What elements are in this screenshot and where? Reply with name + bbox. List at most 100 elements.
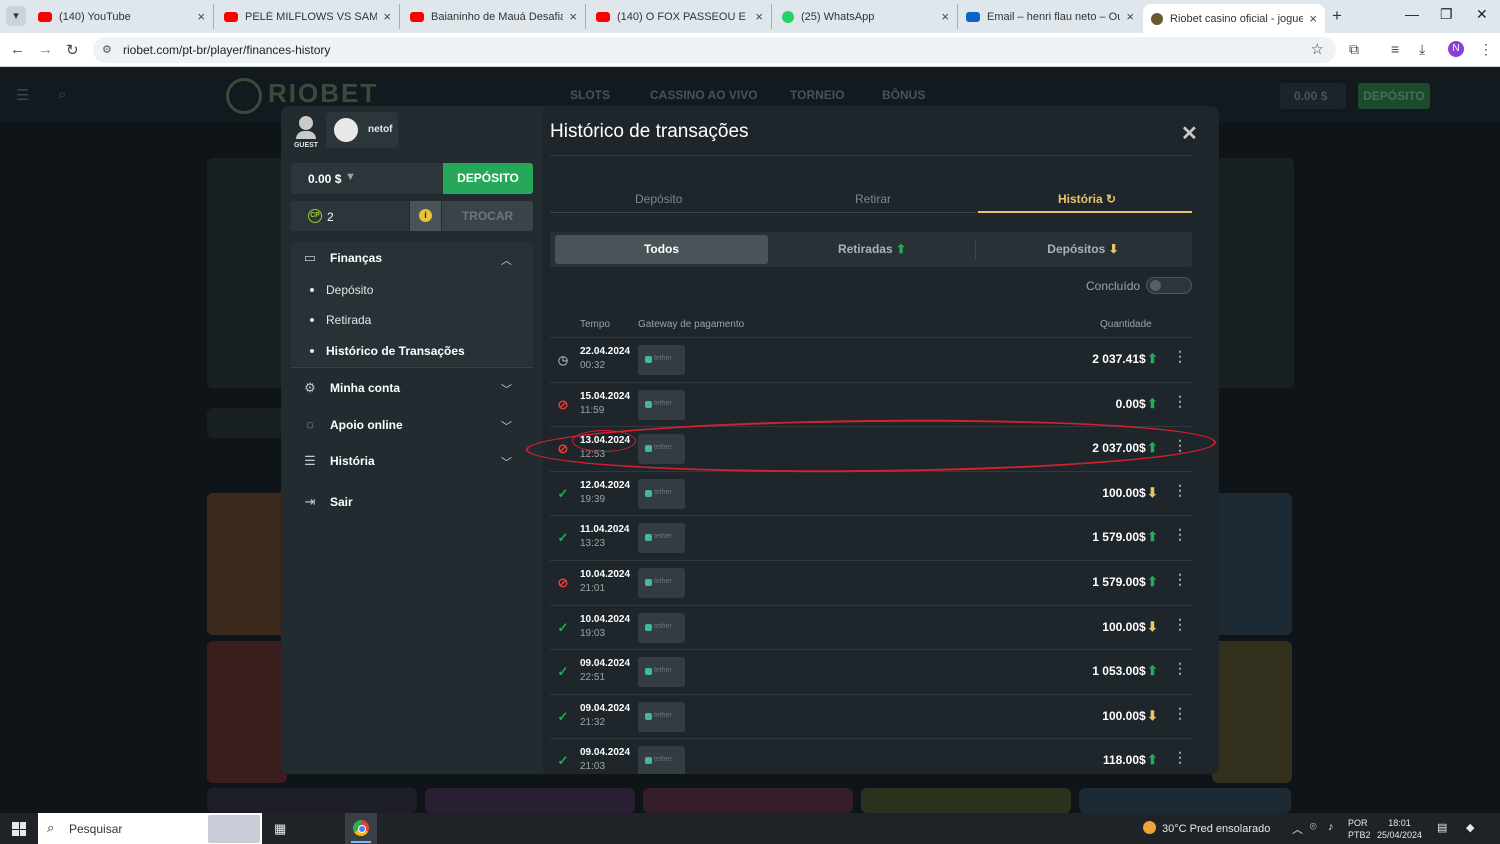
close-tab-icon[interactable]: × — [569, 9, 577, 24]
windows-start-icon[interactable] — [12, 822, 26, 836]
balance-selector[interactable]: 0.00 $ ▼ — [291, 163, 443, 194]
media-control-icon[interactable]: ≡ — [1391, 41, 1399, 57]
menu-my-account[interactable]: ⚙ Minha conta — [301, 378, 400, 398]
filter-withdrawals[interactable]: Retiradas ⬆ — [772, 235, 972, 264]
clock[interactable]: 18:01 25/04/2024 — [1377, 817, 1422, 841]
more-options-icon[interactable]: ⋮ — [1173, 749, 1187, 766]
close-tab-icon[interactable]: × — [197, 9, 205, 24]
tray-chevron-icon[interactable]: ︿ — [1292, 821, 1303, 837]
download-icon[interactable]: ⤓ — [1419, 41, 1425, 58]
notifications-icon[interactable]: ▤ — [1437, 821, 1447, 834]
site-info-icon[interactable]: ⚙ — [102, 43, 116, 57]
close-tab-icon[interactable]: × — [755, 9, 763, 24]
tether-icon — [645, 623, 652, 631]
browser-tab[interactable]: (140) YouTube × — [30, 4, 214, 29]
browser-menu-icon[interactable]: ⋮ — [1479, 41, 1493, 58]
browser-tab[interactable]: PELÉ MILFLOWS VS SAMURAI | × — [216, 4, 400, 29]
menu-item-deposit[interactable]: Depósito — [309, 283, 373, 297]
chrome-taskbar-button[interactable] — [345, 813, 377, 844]
filter-all[interactable]: Todos — [555, 235, 768, 264]
close-window-icon[interactable]: ✕ — [1476, 6, 1488, 23]
table-row[interactable]: ⊘ 15.04.2024 11:59 tether 0.00 $ ⬆ ⋮ — [550, 381, 1192, 427]
table-row[interactable]: ✓ 11.04.2024 13:23 tether 1 579.00 $ ⬆ ⋮ — [550, 515, 1192, 560]
reload-icon[interactable]: ↻ — [66, 41, 79, 59]
table-row[interactable]: ✓ 09.04.2024 21:32 tether 100.00 $ ⬇ ⋮ — [550, 693, 1192, 739]
filter-deposits[interactable]: Depósitos ⬇ — [978, 235, 1188, 264]
language-indicator[interactable]: POR PTB2 — [1348, 817, 1371, 841]
menu-history[interactable]: ☰ História — [301, 451, 375, 471]
more-options-icon[interactable]: ⋮ — [1173, 437, 1187, 454]
task-view-icon[interactable]: ▦ — [274, 821, 286, 837]
table-row[interactable]: ✓ 09.04.2024 21:03 tether 118.00 $ ⬆ ⋮ — [550, 738, 1192, 774]
more-options-icon[interactable]: ⋮ — [1173, 571, 1187, 588]
more-options-icon[interactable]: ⋮ — [1173, 616, 1187, 633]
more-options-icon[interactable]: ⋮ — [1173, 660, 1187, 677]
more-options-icon[interactable]: ⋮ — [1173, 526, 1187, 543]
chevron-down-icon[interactable]: ﹀ — [501, 381, 512, 397]
gateway-label: tether — [654, 622, 672, 630]
nav-slots[interactable]: SLOTS — [570, 88, 610, 102]
menu-item-transaction-history[interactable]: Histórico de Transações — [310, 344, 465, 358]
network-icon[interactable]: ⌾ — [1310, 821, 1317, 834]
copilot-icon[interactable]: ◆ — [1466, 821, 1474, 834]
tab-deposit[interactable]: Depósito — [635, 192, 682, 206]
exchange-button[interactable]: TROCAR — [442, 201, 533, 231]
close-tab-icon[interactable]: × — [1309, 11, 1317, 26]
back-icon[interactable]: ← — [10, 41, 25, 58]
close-tab-icon[interactable]: × — [1126, 9, 1134, 24]
table-row[interactable]: ✓ 12.04.2024 19:39 tether 100.00 $ ⬇ ⋮ — [550, 470, 1192, 516]
search-icon[interactable]: ⌕ — [58, 86, 66, 103]
browser-tab[interactable]: Email – henri flau neto – Outlo × — [958, 4, 1142, 29]
header-balance[interactable]: 0.00 $ — [1280, 83, 1346, 109]
table-row[interactable]: ✓ 10.04.2024 19:03 tether 100.00 $ ⬇ ⋮ — [550, 604, 1192, 650]
volume-icon[interactable]: ♪ — [1328, 821, 1334, 833]
menu-item-withdraw[interactable]: Retirada — [309, 313, 371, 327]
tab-search-icon[interactable]: ▾ — [6, 6, 26, 26]
more-options-icon[interactable]: ⋮ — [1173, 482, 1187, 499]
more-options-icon[interactable]: ⋮ — [1173, 705, 1187, 722]
new-tab-icon[interactable]: + — [1332, 6, 1342, 26]
table-row[interactable]: ◷ 22.04.2024 00:32 tether 2 037.41 $ ⬆ ⋮ — [550, 337, 1192, 382]
site-logo[interactable]: RIOBET — [268, 78, 378, 109]
table-row[interactable]: ✓ 09.04.2024 22:51 tether 1 053.00 $ ⬆ ⋮ — [550, 649, 1192, 694]
nav-bonus[interactable]: BÔNUS — [882, 88, 925, 102]
close-tab-icon[interactable]: × — [383, 9, 391, 24]
restore-icon[interactable]: ❐ — [1440, 6, 1453, 23]
tab-history[interactable]: História ↻ — [1058, 192, 1116, 206]
browser-tab[interactable]: (25) WhatsApp × — [774, 4, 958, 29]
chevron-down-icon[interactable]: ﹀ — [501, 454, 512, 470]
close-icon[interactable]: ✕ — [1181, 121, 1198, 146]
browser-tab-active[interactable]: Riobet casino oficial - jogue cas × — [1143, 4, 1325, 33]
bookmark-star-icon[interactable]: ☆ — [1311, 40, 1324, 58]
completed-toggle[interactable] — [1146, 277, 1192, 294]
tab-withdraw[interactable]: Retirar — [855, 192, 891, 206]
menu-finances[interactable]: ▭ Finanças — [301, 248, 382, 268]
weather-widget[interactable]: 30°C Pred ensolarado — [1143, 821, 1270, 835]
deposit-button[interactable]: DEPÓSITO — [443, 163, 533, 194]
close-tab-icon[interactable]: × — [941, 9, 949, 24]
table-row[interactable]: ⊘ 13.04.2024 12:53 tether 2 037.00 $ ⬆ ⋮ — [550, 426, 1192, 471]
minimize-icon[interactable]: — — [1405, 6, 1419, 22]
refresh-icon[interactable]: ↻ — [1106, 192, 1116, 206]
chevron-down-icon[interactable]: ﹀ — [501, 418, 512, 434]
nav-live-casino[interactable]: CASSINO AO VIVO — [650, 88, 758, 102]
header-deposit-button[interactable]: DEPÓSITO — [1358, 83, 1430, 109]
extensions-icon[interactable]: ⧉ — [1349, 41, 1359, 58]
browser-tab[interactable]: (140) O FOX PASSEOU E CARRE × — [588, 4, 772, 29]
menu-online-support[interactable]: ◌ Apoio online — [301, 415, 403, 435]
nav-tournament[interactable]: TORNEIO — [790, 88, 844, 102]
more-options-icon[interactable]: ⋮ — [1173, 393, 1187, 410]
profile-avatar[interactable]: N — [1448, 41, 1464, 57]
more-options-icon[interactable]: ⋮ — [1173, 348, 1187, 365]
chevron-up-icon[interactable]: ︿ — [501, 252, 512, 268]
hamburger-menu-icon[interactable]: ☰ — [16, 86, 29, 104]
whatsapp-icon — [782, 10, 794, 23]
address-bar[interactable]: ⚙ riobet.com/pt-br/player/finances-histo… — [93, 37, 1336, 63]
table-row[interactable]: ⊘ 10.04.2024 21:01 tether 1 579.00 $ ⬆ ⋮ — [550, 559, 1192, 605]
menu-logout[interactable]: ⇥ Sair — [301, 492, 353, 512]
taskbar-search[interactable]: ⌕ Pesquisar — [38, 813, 262, 844]
info-button[interactable]: i — [410, 201, 441, 231]
user-chip[interactable]: netof — [326, 112, 398, 148]
browser-tab[interactable]: Baianinho de Mauá Desafia os × — [402, 4, 586, 29]
forward-icon[interactable]: → — [38, 41, 53, 58]
